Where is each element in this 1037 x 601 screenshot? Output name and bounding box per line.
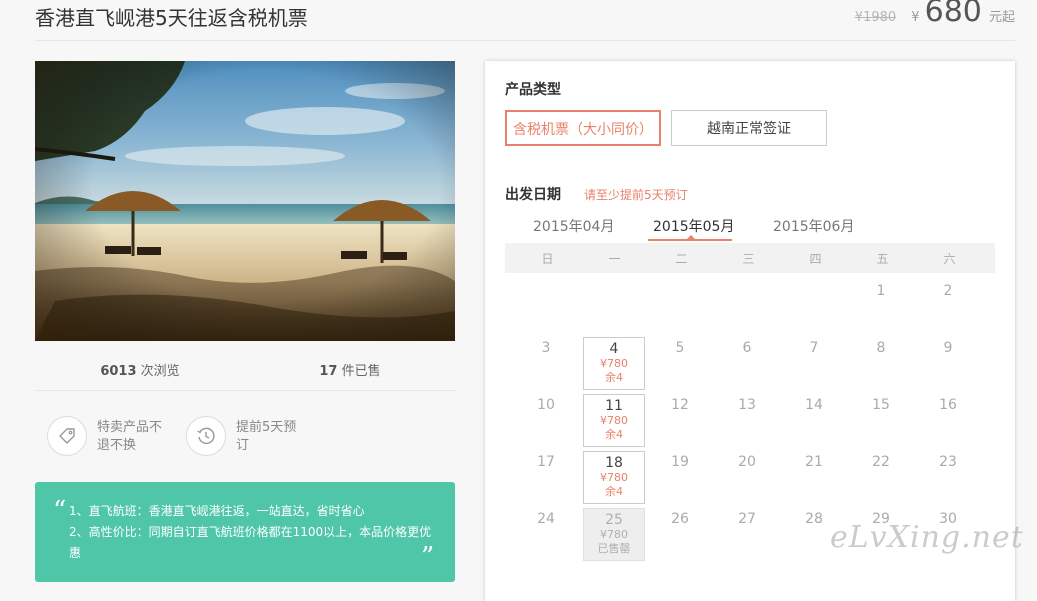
weekday-label: 三 bbox=[742, 252, 755, 266]
sold-label: 件已售 bbox=[341, 364, 381, 379]
price-block: ¥1980 ¥ 680 元起 bbox=[855, 0, 1015, 29]
calendar-day: 2 bbox=[943, 283, 953, 299]
weekday-label: 六 bbox=[943, 252, 956, 266]
highlight-line-1: 1、直飞航班：香港直飞岘港往返，一站直达，省时省心 bbox=[69, 504, 365, 518]
original-price: ¥1980 bbox=[854, 10, 897, 25]
product-title: 香港直飞岘港5天往返含税机票 bbox=[35, 6, 308, 30]
price-suffix: 元起 bbox=[988, 10, 1015, 25]
calendar-day: 17 bbox=[537, 454, 555, 470]
product-type-label: 产品类型 bbox=[505, 82, 561, 98]
day-remaining: 余4 bbox=[605, 371, 623, 384]
weekday-label: 四 bbox=[809, 252, 822, 266]
sold-stat: 17 件已售 bbox=[245, 360, 455, 379]
calendar-day: 12 bbox=[671, 397, 689, 413]
calendar-day: 14 bbox=[805, 397, 823, 413]
tab-month-2015-05[interactable]: 2015年05月 bbox=[653, 216, 734, 236]
calendar-day: 20 bbox=[738, 454, 756, 470]
calendar-day: 16 bbox=[939, 397, 957, 413]
calendar-day: 5 bbox=[675, 340, 685, 356]
option-vietnam-visa[interactable]: 越南正常签证 bbox=[671, 110, 827, 146]
calendar-day-available[interactable]: 18 ¥780 余4 bbox=[583, 451, 645, 504]
highlight-line-2: 2、高性价比：同期自订直飞航班价格都在1100以上，本品价格更优惠 bbox=[69, 525, 432, 560]
day-price: ¥780 bbox=[600, 528, 628, 541]
close-quote-icon: ” bbox=[421, 542, 435, 572]
product-stats: 6013 次浏览 17 件已售 bbox=[35, 351, 455, 389]
calendar-day: 24 bbox=[537, 511, 555, 527]
product-highlights: “ 1、直飞航班：香港直飞岘港往返，一站直达，省时省心 2、高性价比：同期自订直… bbox=[35, 482, 455, 582]
current-price: 680 bbox=[924, 0, 982, 29]
tag-icon bbox=[47, 416, 87, 456]
calendar-day: 1 bbox=[876, 283, 886, 299]
calendar-day: 10 bbox=[537, 397, 555, 413]
header-divider bbox=[35, 40, 1015, 41]
day-number: 18 bbox=[605, 455, 623, 471]
day-remaining: 余4 bbox=[605, 485, 623, 498]
feature-text: 特卖产品不退不换 bbox=[97, 420, 163, 453]
tab-month-2015-04[interactable]: 2015年04月 bbox=[533, 216, 614, 236]
option-taxed-ticket[interactable]: 含税机票（大小同价） bbox=[505, 110, 661, 146]
calendar-day: 15 bbox=[872, 397, 890, 413]
views-label: 次浏览 bbox=[140, 364, 180, 379]
calendar-day-available[interactable]: 11 ¥780 余4 bbox=[583, 394, 645, 447]
clock-history-icon bbox=[186, 416, 226, 456]
calendar-day: 3 bbox=[541, 340, 551, 356]
calendar-day: 27 bbox=[738, 511, 756, 527]
weekday-label: 五 bbox=[876, 252, 889, 266]
day-price: ¥780 bbox=[600, 471, 628, 484]
watermark: eLvXing.net bbox=[830, 520, 1024, 555]
day-price: ¥780 bbox=[600, 414, 628, 427]
calendar-day: 22 bbox=[872, 454, 890, 470]
calendar-day: 6 bbox=[742, 340, 752, 356]
open-quote-icon: “ bbox=[53, 496, 67, 526]
stats-divider bbox=[35, 390, 455, 391]
feature-text: 提前5天预订 bbox=[236, 420, 297, 453]
calendar-day: 7 bbox=[809, 340, 819, 356]
booking-note: 请至少提前5天预订 bbox=[584, 188, 688, 202]
sold-count: 17 bbox=[319, 364, 338, 379]
calendar-day: 21 bbox=[805, 454, 823, 470]
product-hero-image bbox=[35, 61, 455, 341]
calendar-day: 13 bbox=[738, 397, 756, 413]
day-number: 11 bbox=[605, 398, 623, 414]
day-price: ¥780 bbox=[600, 357, 628, 370]
price-currency: ¥ bbox=[911, 10, 920, 25]
departure-date-label: 出发日期 bbox=[505, 187, 561, 203]
calendar-day: 19 bbox=[671, 454, 689, 470]
weekday-label: 二 bbox=[675, 252, 688, 266]
day-number: 25 bbox=[605, 512, 623, 528]
views-stat: 6013 次浏览 bbox=[35, 360, 245, 379]
calendar-day: 9 bbox=[943, 340, 953, 356]
calendar-day-available[interactable]: 4 ¥780 余4 bbox=[583, 337, 645, 390]
weekday-header: 日一二三四五六 bbox=[505, 243, 995, 273]
calendar-day: 26 bbox=[671, 511, 689, 527]
calendar-day: 23 bbox=[939, 454, 957, 470]
calendar-day: 8 bbox=[876, 340, 886, 356]
calendar-day-soldout: 25 ¥780 已售罄 bbox=[583, 508, 645, 561]
active-month-indicator bbox=[648, 239, 732, 241]
views-count: 6013 bbox=[100, 364, 137, 379]
weekday-label: 日 bbox=[541, 252, 554, 266]
weekday-label: 一 bbox=[608, 252, 621, 266]
day-remaining: 余4 bbox=[605, 428, 623, 441]
tab-month-2015-06[interactable]: 2015年06月 bbox=[773, 216, 854, 236]
day-number: 4 bbox=[609, 341, 619, 357]
day-remaining: 已售罄 bbox=[597, 542, 631, 555]
